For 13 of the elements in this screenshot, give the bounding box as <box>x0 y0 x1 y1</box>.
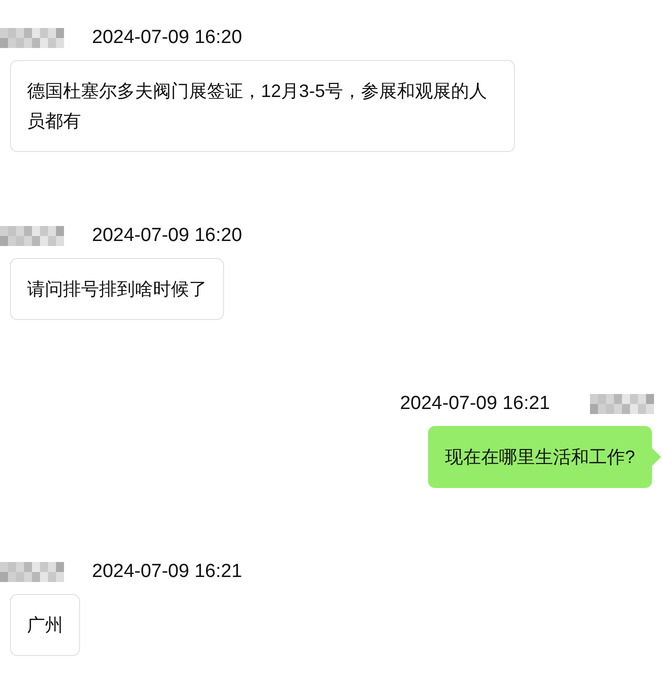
blurred-name-icon <box>590 394 656 414</box>
bubble-tail-icon <box>652 448 661 466</box>
message-time: 2024-07-09 16:21 <box>92 561 242 583</box>
message-bubble: 现在在哪里生活和工作? <box>428 426 652 488</box>
message-bubble: 请问排号排到啥时候了 <box>10 258 224 320</box>
blurred-name-icon <box>0 226 66 246</box>
message-time: 2024-07-09 16:20 <box>92 27 242 49</box>
message-bubble: 德国杜塞尔多夫阀门展签证，12月3-5号，参展和观展的人员都有 <box>10 60 515 152</box>
message-bubble: 广州 <box>10 594 80 656</box>
blurred-name-icon <box>0 28 66 48</box>
message-time: 2024-07-09 16:21 <box>400 393 550 415</box>
message-time: 2024-07-09 16:20 <box>92 225 242 247</box>
blurred-name-icon <box>0 562 66 582</box>
